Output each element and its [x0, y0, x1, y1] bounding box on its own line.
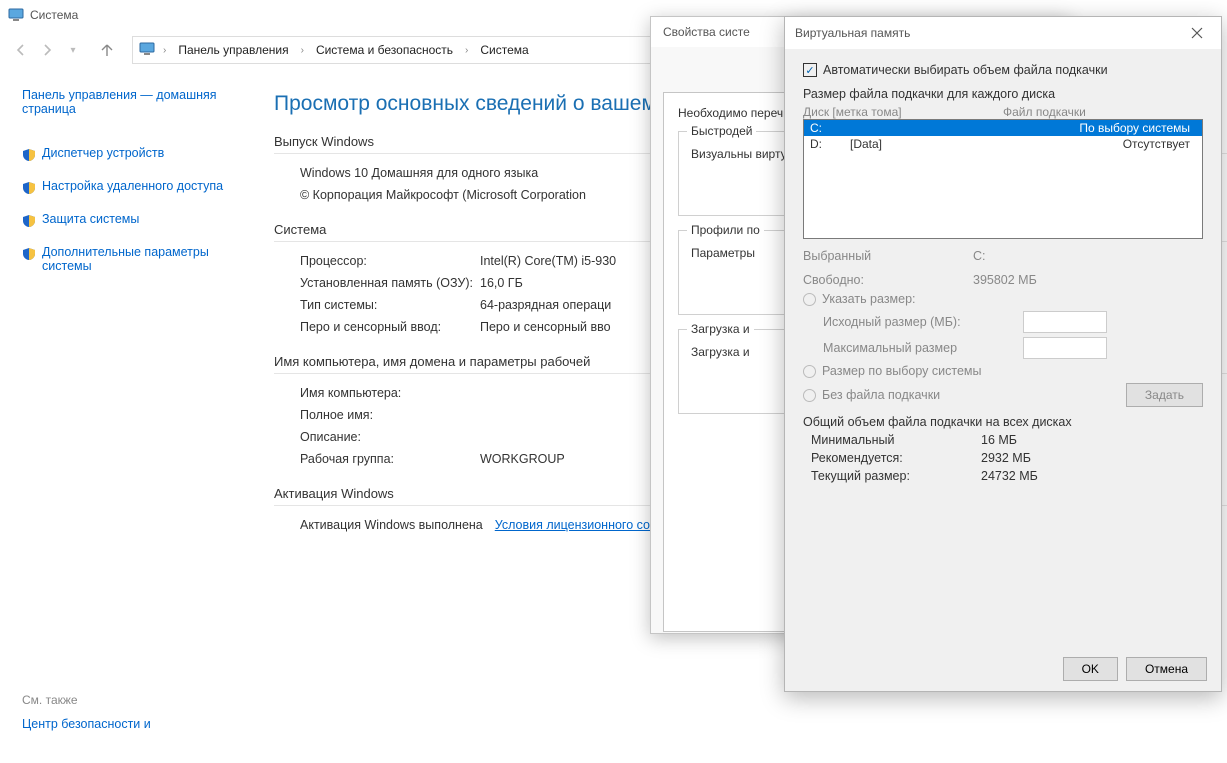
radio-icon [803, 365, 816, 378]
monitor-icon [8, 7, 24, 23]
drive-pagefile: По выбору системы [1000, 121, 1196, 135]
see-also-header: См. также [22, 693, 254, 707]
forward-button[interactable] [34, 37, 60, 63]
checkbox-checked-icon: ✓ [803, 63, 817, 77]
sidebar-advanced-settings[interactable]: Дополнительные параметры системы [22, 245, 254, 273]
shield-icon [22, 181, 36, 198]
pen-touch-value: Перо и сенсорный вво [480, 320, 611, 334]
ram-label: Установленная память (ОЗУ): [300, 276, 480, 290]
performance-legend: Быстродей [687, 124, 756, 138]
column-drive: Диск [метка тома] [803, 105, 1003, 119]
cancel-button[interactable]: Отмена [1126, 657, 1207, 681]
startup-recovery-legend: Загрузка и [687, 322, 754, 336]
radio-system-managed: Размер по выбору системы [803, 364, 1203, 378]
workgroup-value: WORKGROUP [480, 452, 565, 466]
radio-custom-label: Указать размер: [822, 292, 916, 306]
cpu-label: Процессор: [300, 254, 480, 268]
sidebar-remote-settings[interactable]: Настройка удаленного доступа [22, 179, 254, 198]
cpu-value: Intel(R) Core(TM) i5-930 [480, 254, 616, 268]
min-size-value: 16 МБ [981, 433, 1017, 447]
full-name-label: Полное имя: [300, 408, 480, 422]
system-type-label: Тип системы: [300, 298, 480, 312]
sidebar-home-link[interactable]: Панель управления — домашняя страница [22, 88, 254, 116]
pen-touch-label: Перо и сенсорный ввод: [300, 320, 480, 334]
close-button[interactable] [1183, 23, 1211, 43]
column-pagefile: Файл подкачки [1003, 105, 1086, 119]
chevron-right-icon: › [463, 45, 470, 56]
auto-manage-label: Автоматически выбирать объем файла подка… [823, 63, 1108, 77]
crumb-control-panel[interactable]: Панель управления [172, 41, 294, 59]
max-size-label: Максимальный размер [823, 341, 1023, 355]
computer-name-label: Имя компьютера: [300, 386, 480, 400]
chevron-right-icon: › [161, 45, 168, 56]
radio-system-label: Размер по выбору системы [822, 364, 982, 378]
selected-drive-value: C: [973, 249, 986, 263]
chevron-right-icon: › [299, 45, 306, 56]
min-size-label: Минимальный [811, 433, 981, 447]
system-type-value: 64-разрядная операци [480, 298, 611, 312]
radio-no-pagefile: Без файла подкачки [803, 388, 1126, 402]
totals-header: Общий объем файла подкачки на всех диска… [803, 415, 1203, 429]
virtual-memory-dialog: Виртуальная память ✓ Автоматически выбир… [784, 16, 1222, 692]
activation-status: Активация Windows выполнена [300, 518, 483, 532]
shield-icon [22, 148, 36, 165]
workgroup-label: Рабочая группа: [300, 452, 480, 466]
free-space-value: 395802 МБ [973, 273, 1037, 287]
drive-label [850, 121, 1000, 135]
pagefile-size-header: Размер файла подкачки для каждого диска [803, 87, 1203, 101]
windows-edition-value: Windows 10 Домашняя для одного языка [300, 166, 538, 180]
up-button[interactable] [94, 37, 120, 63]
description-label: Описание: [300, 430, 480, 444]
drive-label: [Data] [850, 137, 1000, 151]
recommended-label: Рекомендуется: [811, 451, 981, 465]
virtual-memory-title: Виртуальная память [795, 26, 910, 40]
drive-row[interactable]: D: [Data] Отсутствует [804, 136, 1202, 152]
initial-size-label: Исходный размер (МБ): [823, 315, 1023, 329]
initial-size-input [1023, 311, 1107, 333]
shield-icon [22, 214, 36, 231]
radio-icon [803, 293, 816, 306]
set-button: Задать [1126, 383, 1203, 407]
recent-dropdown[interactable]: ▾ [60, 37, 86, 63]
free-space-label: Свободно: [803, 273, 973, 287]
ok-button[interactable]: OK [1063, 657, 1118, 681]
crumb-system[interactable]: Система [474, 41, 534, 59]
radio-icon [803, 389, 816, 402]
auto-manage-checkbox[interactable]: ✓ Автоматически выбирать объем файла под… [803, 63, 1203, 77]
max-size-input [1023, 337, 1107, 359]
current-size-label: Текущий размер: [811, 469, 981, 483]
close-icon [1191, 27, 1203, 39]
drive-letter: C: [810, 121, 850, 135]
windows-copyright: © Корпорация Майкрософт (Microsoft Corpo… [300, 188, 586, 202]
selected-drive-label: Выбранный [803, 249, 973, 263]
drive-letter: D: [810, 137, 850, 151]
user-profiles-legend: Профили по [687, 223, 764, 237]
radio-no-pagefile-label: Без файла подкачки [822, 388, 940, 402]
sidebar: Панель управления — домашняя страница Ди… [0, 70, 260, 763]
sidebar-system-protection[interactable]: Защита системы [22, 212, 254, 231]
drive-row[interactable]: C: По выбору системы [804, 120, 1202, 136]
see-also-security-center[interactable]: Центр безопасности и [22, 717, 254, 731]
shield-icon [22, 247, 36, 264]
crumb-system-security[interactable]: Система и безопасность [310, 41, 459, 59]
recommended-value: 2932 МБ [981, 451, 1031, 465]
drive-pagefile: Отсутствует [1000, 137, 1196, 151]
drive-list[interactable]: C: По выбору системы D: [Data] Отсутству… [803, 119, 1203, 239]
radio-custom-size: Указать размер: [803, 292, 1203, 306]
ram-value: 16,0 ГБ [480, 276, 523, 290]
system-window-title: Система [30, 8, 78, 22]
current-size-value: 24732 МБ [981, 469, 1038, 483]
monitor-icon [139, 41, 157, 59]
sidebar-device-manager[interactable]: Диспетчер устройств [22, 146, 254, 165]
back-button[interactable] [8, 37, 34, 63]
